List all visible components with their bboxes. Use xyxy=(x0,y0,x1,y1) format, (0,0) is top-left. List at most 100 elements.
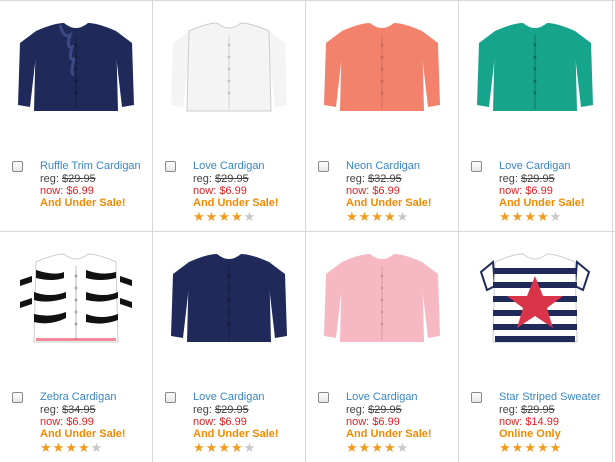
rating-star-icon: ★ xyxy=(90,440,104,455)
rating-star-icon: ★ xyxy=(218,209,231,224)
sale-price: now: $6.99 xyxy=(40,416,94,428)
rating-star-icon: ★ xyxy=(346,209,359,224)
rating-star-icon: ★ xyxy=(524,209,537,224)
star-rating: ★★★★★ xyxy=(346,210,409,223)
product-name-link[interactable]: Love Cardigan xyxy=(499,160,571,172)
sale-price-label: now: xyxy=(193,185,217,197)
regular-price-value: $29.95 xyxy=(521,404,555,416)
rating-star-icon: ★ xyxy=(243,209,257,224)
rating-star-icon: ★ xyxy=(536,440,550,455)
rating-star-icon: ★ xyxy=(230,440,244,455)
star-rating: ★★★★★ xyxy=(346,441,409,454)
star-rating: ★★★★★ xyxy=(499,441,562,454)
sale-price: now: $14.99 xyxy=(499,416,559,428)
compare-checkbox[interactable] xyxy=(165,161,176,172)
promo-text: And Under Sale! xyxy=(346,197,432,209)
sale-price-label: now: xyxy=(346,185,370,197)
product-name-link[interactable]: Love Cardigan xyxy=(193,160,265,172)
sale-price: now: $6.99 xyxy=(40,185,94,197)
sale-price: now: $6.99 xyxy=(193,416,247,428)
sale-price-label: now: xyxy=(499,185,523,197)
regular-price-label: reg: xyxy=(40,173,59,185)
regular-price-value: $29.95 xyxy=(215,404,249,416)
regular-price-label: reg: xyxy=(40,404,59,416)
product-card: Zebra Cardigan reg: $34.95 now: $6.99 And U… xyxy=(0,232,152,460)
product-card: Neon Cardigan reg: $32.95 now: $6.99 And Un… xyxy=(306,1,458,229)
promo-text: And Under Sale! xyxy=(346,428,432,440)
rating-star-icon: ★ xyxy=(536,209,550,224)
product-card: Love Cardigan reg: $29.95 now: $6.99 And Un… xyxy=(153,1,305,229)
compare-checkbox[interactable] xyxy=(12,161,23,172)
compare-checkbox[interactable] xyxy=(318,392,329,403)
rating-star-icon: ★ xyxy=(193,209,206,224)
sale-price-value: $6.99 xyxy=(66,185,94,197)
promo-text: And Under Sale! xyxy=(40,197,126,209)
product-image[interactable] xyxy=(14,9,138,129)
sale-price: now: $6.99 xyxy=(346,416,400,428)
rating-star-icon: ★ xyxy=(40,440,53,455)
sale-price-label: now: xyxy=(499,416,523,428)
product-name-link[interactable]: Love Cardigan xyxy=(193,391,265,403)
sale-price-label: now: xyxy=(346,416,370,428)
promo-text: And Under Sale! xyxy=(499,197,585,209)
rating-star-icon: ★ xyxy=(77,440,91,455)
regular-price: reg: $29.95 xyxy=(499,173,555,185)
rating-star-icon: ★ xyxy=(230,209,244,224)
product-name-link[interactable]: Ruffle Trim Cardigan xyxy=(40,160,141,172)
rating-star-icon: ★ xyxy=(218,440,231,455)
rating-star-icon: ★ xyxy=(52,440,66,455)
sale-price: now: $6.99 xyxy=(193,185,247,197)
regular-price-value: $32.95 xyxy=(368,173,402,185)
product-image[interactable] xyxy=(14,240,138,360)
product-image[interactable] xyxy=(473,240,597,360)
product-image[interactable] xyxy=(320,240,444,360)
star-rating: ★★★★★ xyxy=(193,210,256,223)
product-image[interactable] xyxy=(473,9,597,129)
rating-star-icon: ★ xyxy=(205,209,219,224)
regular-price-label: reg: xyxy=(193,404,212,416)
compare-checkbox[interactable] xyxy=(318,161,329,172)
product-image[interactable] xyxy=(167,240,291,360)
rating-star-icon: ★ xyxy=(499,440,512,455)
sale-price-label: now: xyxy=(40,416,64,428)
regular-price: reg: $29.95 xyxy=(193,173,249,185)
regular-price-label: reg: xyxy=(499,404,518,416)
product-card: Love Cardigan reg: $29.95 now: $6.99 And Un… xyxy=(459,1,611,229)
rating-star-icon: ★ xyxy=(371,209,384,224)
sale-price-label: now: xyxy=(193,416,217,428)
regular-price: reg: $29.95 xyxy=(499,404,555,416)
promo-text: Online Only xyxy=(499,428,561,440)
compare-checkbox[interactable] xyxy=(165,392,176,403)
product-card: Love Cardigan reg: $29.95 now: $6.99 And Un… xyxy=(306,232,458,460)
compare-checkbox[interactable] xyxy=(471,161,482,172)
product-name-link[interactable]: Neon Cardigan xyxy=(346,160,420,172)
sale-price-value: $6.99 xyxy=(66,416,94,428)
product-card: Star Striped Sweater reg: $29.95 now: $14.… xyxy=(459,232,611,460)
regular-price: reg: $29.95 xyxy=(346,404,402,416)
regular-price-label: reg: xyxy=(193,173,212,185)
compare-checkbox[interactable] xyxy=(471,392,482,403)
regular-price: reg: $29.95 xyxy=(193,404,249,416)
rating-star-icon: ★ xyxy=(499,209,512,224)
product-image[interactable] xyxy=(167,9,291,129)
product-name-link[interactable]: Star Striped Sweater xyxy=(499,391,601,403)
column-divider xyxy=(612,1,613,462)
regular-price: reg: $29.95 xyxy=(40,173,96,185)
sale-price-value: $6.99 xyxy=(525,185,553,197)
star-rating: ★★★★★ xyxy=(193,441,256,454)
sale-price-value: $6.99 xyxy=(219,416,247,428)
rating-star-icon: ★ xyxy=(243,440,257,455)
rating-star-icon: ★ xyxy=(358,209,372,224)
compare-checkbox[interactable] xyxy=(12,392,23,403)
sale-price-value: $6.99 xyxy=(372,416,400,428)
product-image[interactable] xyxy=(320,9,444,129)
rating-star-icon: ★ xyxy=(371,440,384,455)
product-name-link[interactable]: Zebra Cardigan xyxy=(40,391,116,403)
regular-price-value: $29.95 xyxy=(215,173,249,185)
product-name-link[interactable]: Love Cardigan xyxy=(346,391,418,403)
product-grid: Ruffle Trim Cardigan reg: $29.95 now: $6.9… xyxy=(0,0,615,462)
promo-text: And Under Sale! xyxy=(193,197,279,209)
rating-star-icon: ★ xyxy=(205,440,219,455)
rating-star-icon: ★ xyxy=(511,440,525,455)
rating-star-icon: ★ xyxy=(358,440,372,455)
